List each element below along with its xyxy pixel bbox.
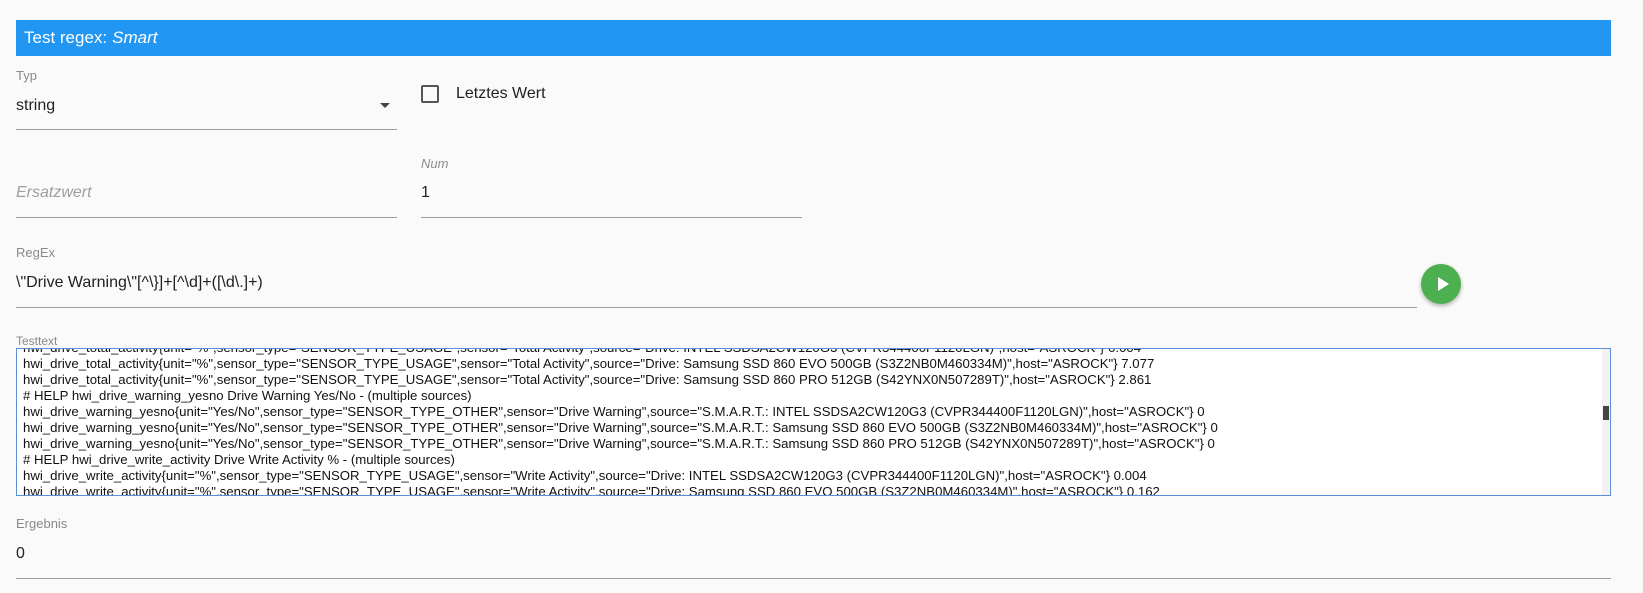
testtext-line: # HELP hwi_drive_write_activity Drive Wr… [23,452,455,467]
num-label: Num [421,156,449,171]
testtext-line: hwi_drive_write_activity{unit="%",sensor… [23,484,1160,496]
testtext-line: hwi_drive_write_activity{unit="%",sensor… [23,468,1147,483]
testtext-line: hwi_drive_total_activity{unit="%",sensor… [23,356,1155,371]
caret-down-icon[interactable] [380,103,390,108]
regex-underline [16,307,1417,308]
testtext-line: hwi_drive_warning_yesno{unit="Yes/No",se… [23,420,1218,435]
ersatzwert-underline [16,217,397,218]
ergebnis-label: Ergebnis [16,516,68,531]
regex-label: RegEx [16,245,56,260]
testtext-line: hwi_drive_total_activity{unit="%",sensor… [23,349,1600,356]
typ-value: string [16,97,56,114]
testtext-scrollbar[interactable] [1602,349,1610,495]
regex-value: \"Drive Warning\"[^\}]+[^\d]+([\d\.]+) [16,274,263,291]
dialog-title-name: Smart [112,28,158,47]
dialog-title-bar: Test regex: Smart [16,20,1611,56]
play-icon [1437,277,1449,291]
testtext-line: hwi_drive_warning_yesno{unit="Yes/No",se… [23,404,1205,419]
num-value: 1 [421,184,430,201]
ersatzwert-placeholder: Ersatzwert [16,184,92,201]
testtext-scrollbar-thumb[interactable] [1603,406,1609,420]
testtext-line: # HELP hwi_drive_warning_yesno Drive War… [23,388,472,403]
dialog-title-prefix: Test regex: [24,28,108,47]
ergebnis-value: 0 [16,545,25,562]
typ-underline [16,129,397,130]
run-test-button[interactable] [1421,264,1461,304]
testtext-line: hwi_drive_total_activity{unit="%",sensor… [23,372,1152,387]
checkbox-unchecked-icon[interactable] [421,85,439,103]
num-underline [421,217,802,218]
ergebnis-underline [16,578,1611,579]
typ-label: Typ [16,68,37,83]
testtext-textarea[interactable]: hwi_drive_total_activity{unit="%",sensor… [16,348,1611,496]
letztes-wert-label[interactable]: Letztes Wert [456,85,546,103]
testtext-label: Testtext [16,334,58,348]
testtext-line: hwi_drive_warning_yesno{unit="Yes/No",se… [23,436,1215,451]
testtext-content: hwi_drive_total_activity{unit="%",sensor… [23,349,1600,496]
